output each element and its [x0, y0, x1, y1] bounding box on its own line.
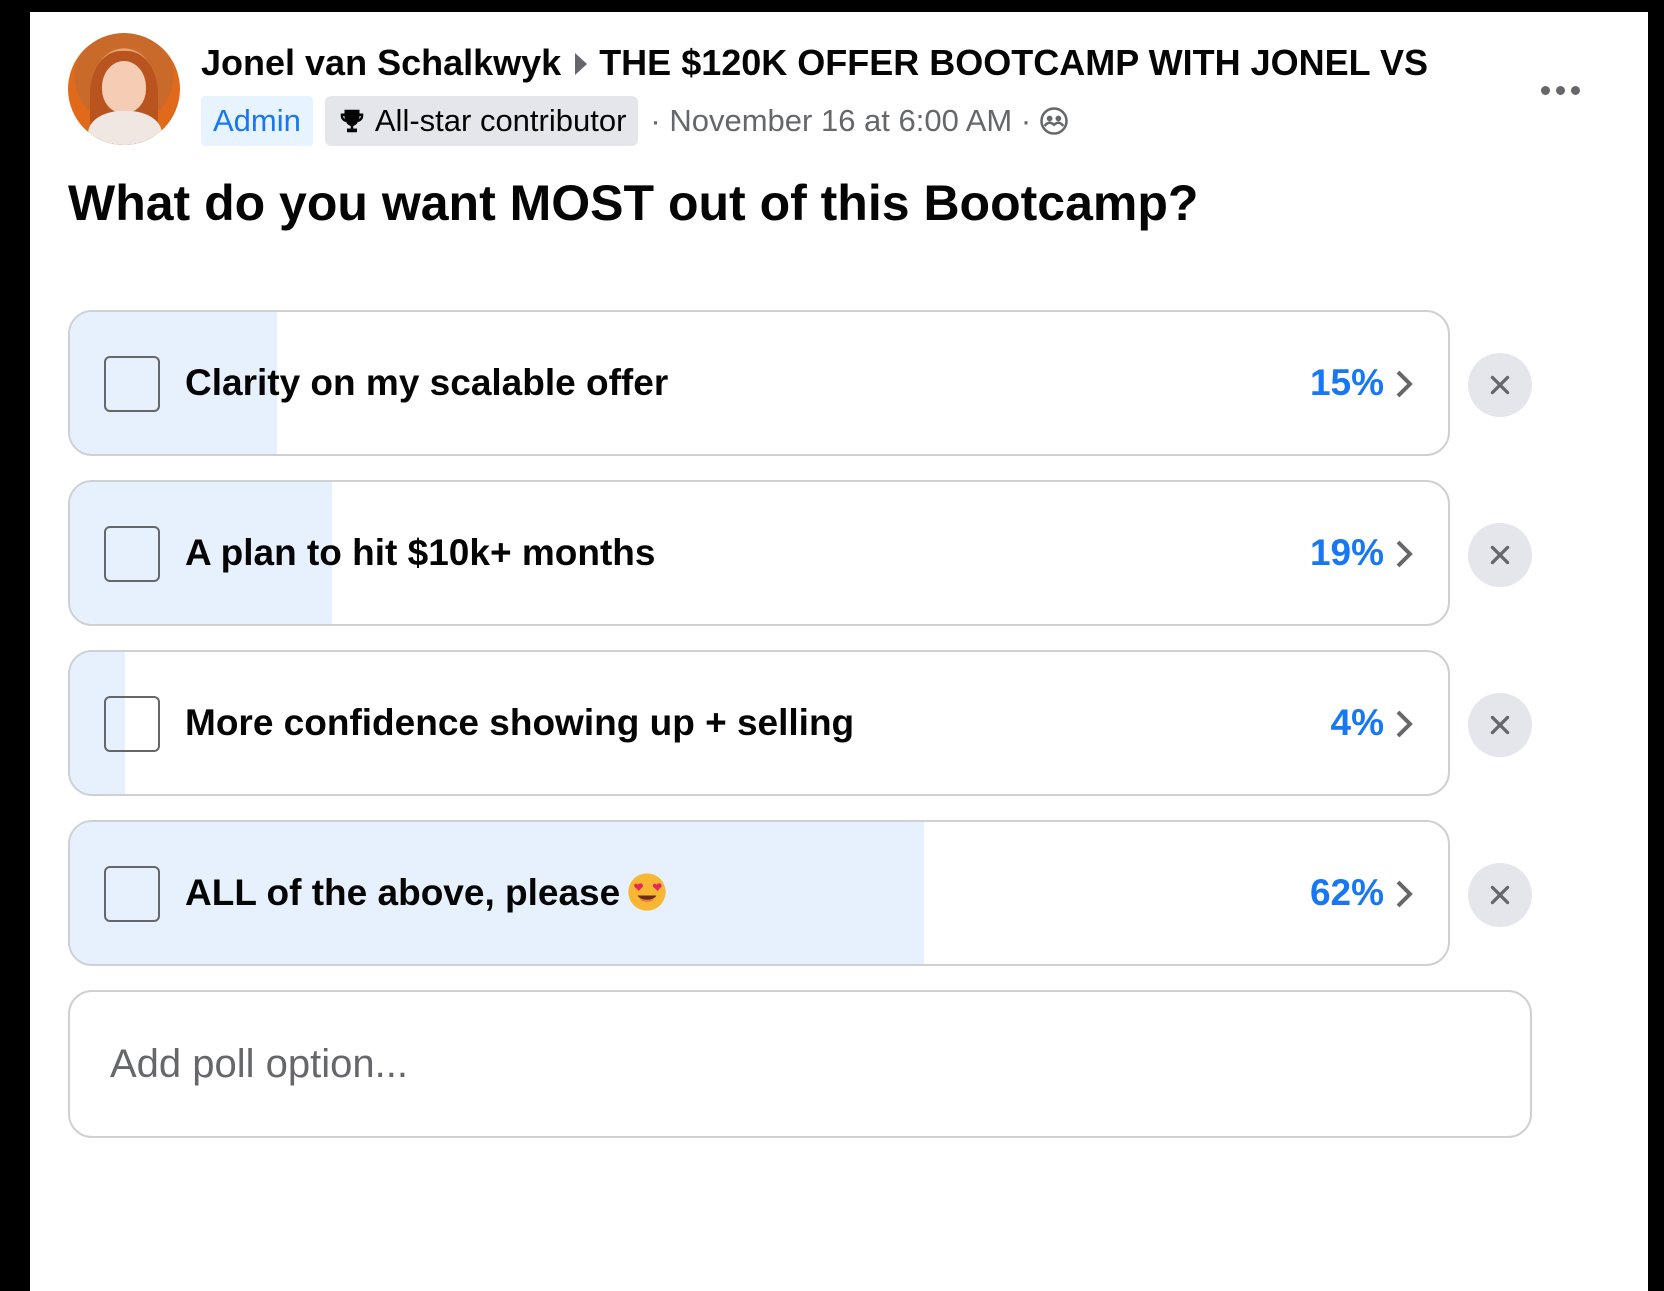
chevron-right-icon[interactable]: [1394, 538, 1414, 570]
remove-option-button[interactable]: [1468, 863, 1532, 927]
group-privacy-icon[interactable]: [1039, 106, 1069, 136]
add-poll-option-input[interactable]: [68, 990, 1532, 1138]
poll-option[interactable]: ALL of the above, please 62%: [68, 820, 1450, 966]
dot-icon: [1570, 85, 1580, 95]
post-timestamp[interactable]: · November 16 at 6:00 AM ·: [650, 103, 1031, 139]
close-icon: [1490, 715, 1510, 735]
all-star-badge[interactable]: All-star contributor: [324, 96, 639, 146]
remove-option-button[interactable]: [1468, 353, 1532, 417]
author-avatar[interactable]: [68, 33, 180, 145]
poll-question: What do you want MOST out of this Bootca…: [68, 175, 1199, 231]
post-meta: Admin All-star contributor · November 16…: [201, 96, 1069, 146]
poll-option-label: Clarity on my scalable offer: [185, 362, 669, 403]
close-icon: [1490, 375, 1510, 395]
post-card: Jonel van Schalkwyk THE $120K OFFER BOOTC…: [30, 12, 1648, 1291]
group-name[interactable]: THE $120K OFFER BOOTCAMP WITH JONEL VS: [599, 42, 1428, 83]
poll-option[interactable]: Clarity on my scalable offer 15%: [68, 310, 1450, 456]
poll-option-checkbox[interactable]: [104, 526, 160, 582]
chevron-right-icon[interactable]: [1394, 708, 1414, 740]
poll-option-percent[interactable]: 19%: [1310, 482, 1384, 624]
poll-option-label: ALL of the above, please: [185, 872, 621, 913]
all-star-badge-label: All-star contributor: [374, 103, 627, 138]
chevron-right-icon[interactable]: [1394, 368, 1414, 400]
poll-option-percent[interactable]: 4%: [1331, 652, 1384, 794]
poll-option-label: A plan to hit $10k+ months: [185, 532, 656, 573]
poll-option[interactable]: More confidence showing up + selling 4%: [68, 650, 1450, 796]
post-header-line: Jonel van Schalkwyk THE $120K OFFER BOOTC…: [201, 42, 1428, 84]
poll-option[interactable]: A plan to hit $10k+ months 19%: [68, 480, 1450, 626]
poll-option-checkbox[interactable]: [104, 866, 160, 922]
close-icon: [1490, 885, 1510, 905]
poll-option-percent[interactable]: 15%: [1310, 312, 1384, 454]
poll-option-checkbox[interactable]: [104, 356, 160, 412]
more-options-button[interactable]: [1530, 70, 1590, 110]
dot-icon: [1540, 85, 1550, 95]
poll-option-checkbox[interactable]: [104, 696, 160, 752]
poll-option-label-wrap: ALL of the above, please: [185, 822, 668, 964]
author-name[interactable]: Jonel van Schalkwyk: [201, 42, 561, 83]
close-icon: [1490, 545, 1510, 565]
remove-option-button[interactable]: [1468, 523, 1532, 587]
dot-icon: [1555, 85, 1565, 95]
admin-badge[interactable]: Admin: [201, 96, 313, 146]
poll-option-percent[interactable]: 62%: [1310, 822, 1384, 964]
remove-option-button[interactable]: [1468, 693, 1532, 757]
poll-option-label: More confidence showing up + selling: [185, 702, 855, 743]
trophy-icon: [340, 109, 364, 133]
heart-eyes-emoji-icon: [628, 873, 666, 911]
screenshot-frame: Jonel van Schalkwyk THE $120K OFFER BOOTC…: [0, 0, 1664, 1291]
chevron-right-icon[interactable]: [1394, 878, 1414, 910]
avatar-face: [102, 61, 146, 113]
arrow-right-icon: [575, 53, 588, 76]
avatar-body: [88, 111, 162, 145]
